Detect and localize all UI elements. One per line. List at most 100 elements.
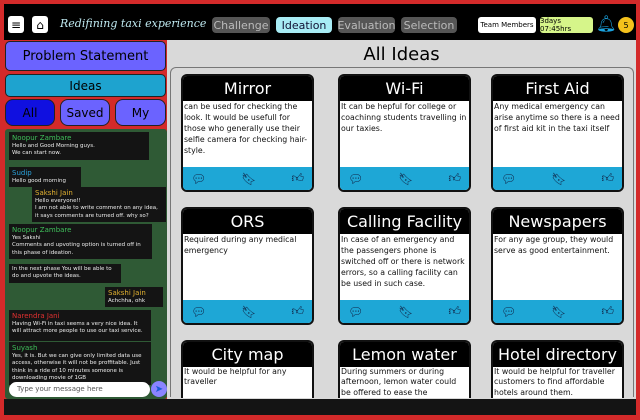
idea-description: It would be helpful for any traveller bbox=[184, 367, 287, 387]
chat-author: Sudip bbox=[12, 169, 32, 177]
idea-actions: 💬︎ 🔖︎ 👍︎ bbox=[340, 300, 469, 323]
chat-text: Yes, it is. But we can give only limited… bbox=[12, 353, 142, 382]
chat-message: In the next phase You will be able to do… bbox=[9, 264, 121, 283]
idea-title: Calling Facility bbox=[340, 209, 469, 234]
chat-message: Narendra Jani Having Wi-Fi in taxi seems … bbox=[9, 310, 151, 341]
ideas-grid: Mirror can be used for checking the look… bbox=[170, 67, 634, 398]
comment-icon[interactable]: 💬︎ bbox=[501, 305, 516, 319]
idea-title: Lemon water bbox=[340, 342, 469, 367]
tab-evaluation[interactable]: Evaluation bbox=[337, 17, 396, 33]
chat-text: Hello good morning bbox=[12, 178, 67, 184]
idea-title: Wi-Fi bbox=[340, 76, 469, 101]
idea-card[interactable]: City map It would be helpful for any tra… bbox=[181, 340, 314, 398]
comment-icon[interactable]: 💬︎ bbox=[348, 172, 363, 186]
app-frame: ≡ ⌂ Redifining taxi experience Challenge… bbox=[4, 4, 636, 415]
chat-author: Narendra Jani bbox=[12, 312, 60, 320]
page-title: All Ideas bbox=[363, 44, 440, 65]
comment-icon[interactable]: 💬︎ bbox=[501, 172, 516, 186]
idea-card[interactable]: Lemon water During summers or during aft… bbox=[338, 340, 471, 398]
bookmark-icon[interactable]: 🔖︎ bbox=[241, 305, 256, 319]
chat-text: Having Wi-Fi in taxi seems a very nice i… bbox=[12, 321, 143, 335]
problem-statement-button[interactable]: Problem Statement bbox=[5, 41, 166, 71]
idea-description: Any medical emergency can arise anytime … bbox=[494, 102, 620, 133]
idea-title: City map bbox=[183, 342, 312, 367]
chat-author: Noopur Zambare bbox=[12, 134, 72, 142]
menu-icon[interactable]: ≡ bbox=[8, 16, 24, 33]
comment-icon[interactable]: 💬︎ bbox=[191, 305, 206, 319]
idea-actions: 💬︎ 🔖︎ 👍︎ bbox=[493, 300, 622, 323]
thumbs-up-icon[interactable]: 👍︎ bbox=[448, 171, 461, 186]
app-title: Redifining taxi experience bbox=[60, 17, 207, 30]
chat-text: Hello everyone!! I am not able to write … bbox=[35, 198, 158, 219]
chat-text: In the next phase You will be able to do… bbox=[12, 266, 112, 280]
idea-actions: 💬︎ 🔖︎ 👍︎ bbox=[493, 167, 622, 190]
thumbs-up-icon[interactable]: 👍︎ bbox=[601, 171, 614, 186]
idea-title: ORS bbox=[183, 209, 312, 234]
send-icon[interactable]: ➤ bbox=[151, 381, 167, 397]
thumbs-up-icon[interactable]: 👍︎ bbox=[448, 304, 461, 319]
bottom-bar bbox=[4, 399, 636, 415]
avatar[interactable]: 5 bbox=[618, 17, 634, 33]
filter-my[interactable]: My bbox=[115, 99, 166, 126]
idea-description: can be used for checking the look. It wo… bbox=[184, 102, 308, 155]
idea-actions: 💬︎ 🔖︎ 👍︎ bbox=[340, 167, 469, 190]
chat-message: Sakshi Jain Achchha, ohk bbox=[105, 287, 163, 308]
idea-actions: 💬︎ 🔖︎ 👍︎ bbox=[183, 167, 312, 190]
ideas-button[interactable]: Ideas bbox=[5, 74, 166, 97]
timer-badge: 3days 07:45hrs bbox=[540, 17, 593, 33]
idea-description: It can be hepful for college or coachinn… bbox=[341, 102, 467, 133]
idea-card[interactable]: Newspapers For any age group, they would… bbox=[491, 207, 624, 325]
bookmark-icon[interactable]: 🔖︎ bbox=[551, 172, 566, 186]
chat-message: Sakshi Jain Hello everyone!! I am not abl… bbox=[32, 187, 166, 223]
chat-text: Achchha, ohk bbox=[108, 298, 146, 304]
home-icon[interactable]: ⌂ bbox=[32, 16, 48, 33]
chat-message: Suyash Yes, it is. But we can give only l… bbox=[9, 342, 151, 385]
chat-message: Noopur Zambare Hello and Good Morning guy… bbox=[9, 132, 149, 160]
idea-card[interactable]: Mirror can be used for checking the look… bbox=[181, 74, 314, 192]
chat-text: Yes Sakshi Comments and upvoting option … bbox=[12, 235, 141, 256]
chat-author: Sakshi Jain bbox=[108, 289, 146, 297]
bookmark-icon[interactable]: 🔖︎ bbox=[241, 172, 256, 186]
idea-title: First Aid bbox=[493, 76, 622, 101]
idea-title: Mirror bbox=[183, 76, 312, 101]
idea-card[interactable]: Calling Facility In case of an emergency… bbox=[338, 207, 471, 325]
header: ≡ ⌂ Redifining taxi experience Challenge… bbox=[4, 4, 636, 40]
bookmark-icon[interactable]: 🔖︎ bbox=[398, 172, 413, 186]
chat-author: Suyash bbox=[12, 344, 38, 352]
chat-text: Hello and Good Morning guys. We can star… bbox=[12, 143, 95, 157]
chat-message: Noopur Zambare Yes Sakshi Comments and up… bbox=[9, 224, 152, 260]
bookmark-icon[interactable]: 🔖︎ bbox=[398, 305, 413, 319]
chat-author: Noopur Zambare bbox=[12, 226, 72, 234]
idea-card[interactable]: First Aid Any medical emergency can aris… bbox=[491, 74, 624, 192]
tab-ideation[interactable]: Ideation bbox=[276, 17, 332, 33]
chat-author: Sakshi Jain bbox=[35, 189, 73, 197]
thumbs-up-icon[interactable]: 👍︎ bbox=[291, 304, 304, 319]
idea-title: Hotel directory bbox=[493, 342, 622, 367]
comment-icon[interactable]: 💬︎ bbox=[191, 172, 206, 186]
idea-description: During summers or during afternoon, lemo… bbox=[341, 367, 457, 397]
comment-icon[interactable]: 💬︎ bbox=[348, 305, 363, 319]
chat-panel: Suyash Yes, it is. But we can give only l… bbox=[5, 129, 167, 399]
idea-title: Newspapers bbox=[493, 209, 622, 234]
filter-saved[interactable]: Saved bbox=[60, 99, 110, 126]
idea-description: Required during any medical emergency bbox=[184, 235, 297, 255]
idea-card[interactable]: Wi-Fi It can be hepful for college or co… bbox=[338, 74, 471, 192]
bell-icon[interactable]: 🔔︎ bbox=[596, 14, 616, 33]
idea-description: For any age group, they would serve as g… bbox=[494, 235, 614, 255]
filter-all[interactable]: All bbox=[5, 99, 55, 126]
bookmark-icon[interactable]: 🔖︎ bbox=[551, 305, 566, 319]
thumbs-up-icon[interactable]: 👍︎ bbox=[291, 171, 304, 186]
idea-description: In case of an emergency and the passenge… bbox=[341, 235, 465, 288]
sidebar: Problem Statement Ideas All Saved My Suy… bbox=[4, 40, 167, 399]
team-members-button[interactable]: Team Members bbox=[478, 17, 536, 33]
idea-description: It would be helpful for traveller custom… bbox=[494, 367, 615, 397]
tab-challenge[interactable]: Challenge bbox=[212, 17, 270, 33]
idea-card[interactable]: Hotel directory It would be helpful for … bbox=[491, 340, 624, 398]
idea-actions: 💬︎ 🔖︎ 👍︎ bbox=[183, 300, 312, 323]
chat-message-input[interactable]: Type your message here bbox=[9, 382, 150, 397]
ideas-area: All Ideas Mirror can be used for checkin… bbox=[167, 40, 636, 399]
tab-selection[interactable]: Selection bbox=[401, 17, 457, 33]
idea-card[interactable]: ORS Required during any medical emergenc… bbox=[181, 207, 314, 325]
thumbs-up-icon[interactable]: 👍︎ bbox=[601, 304, 614, 319]
chat-message: Sudip Hello good morning bbox=[9, 167, 81, 188]
